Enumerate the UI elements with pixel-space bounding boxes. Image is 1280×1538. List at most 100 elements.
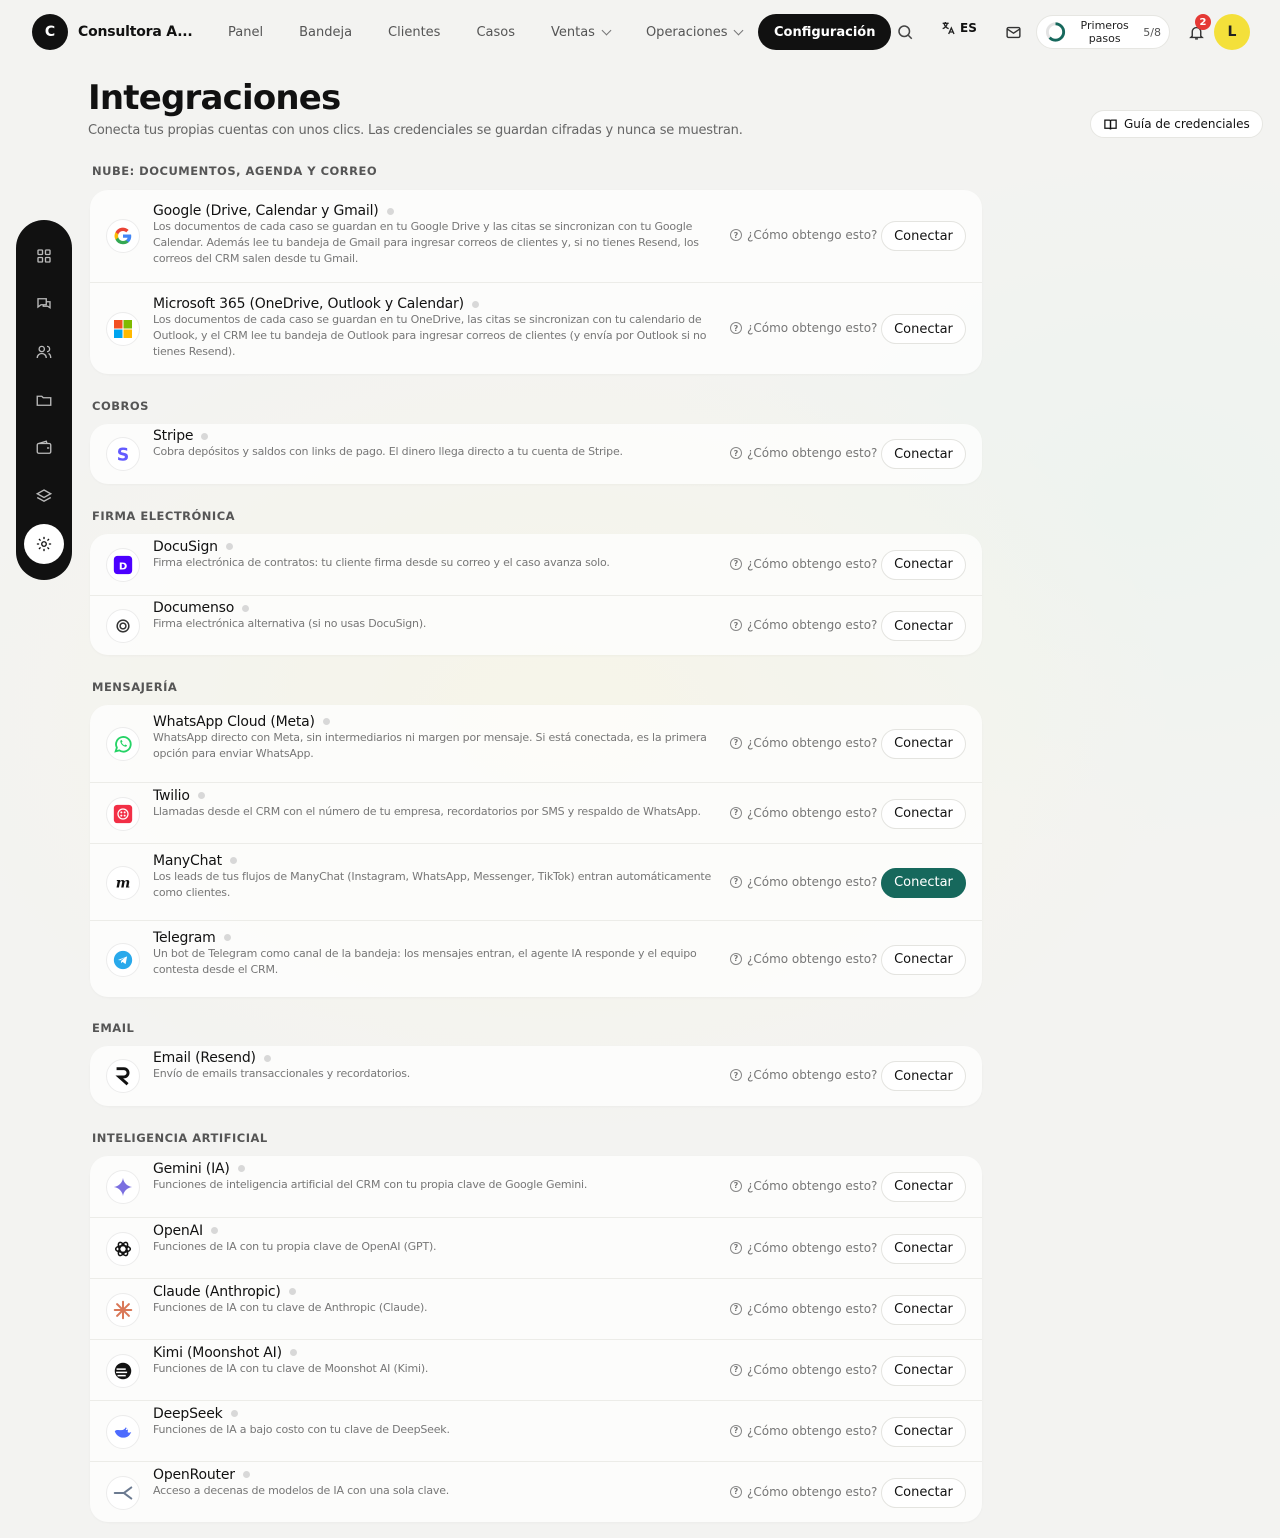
question-circle-icon: ? [730,1485,742,1498]
section-title: MENSAJERÍA [92,680,178,694]
help-link[interactable]: ? ¿Cómo obtengo esto? [730,446,877,460]
whatsapp-icon [106,726,140,761]
help-link[interactable]: ? ¿Cómo obtengo esto? [730,1068,877,1082]
integration-description: Funciones de inteligencia artificial del… [153,1177,588,1191]
integration-row: Google (Drive, Calendar y Gmail) Los doc… [90,190,982,282]
integration-name: ManyChat [153,852,222,869]
integration-header: WhatsApp Cloud (Meta) [153,714,719,730]
status-dot [471,300,479,308]
help-link[interactable]: ? ¿Cómo obtengo esto? [730,1241,877,1255]
nav-item-casos[interactable]: Casos [458,14,533,50]
connect-button[interactable]: Conectar [881,1477,966,1508]
steps-label: Primeros pasos [1080,19,1129,45]
question-circle-icon: ? [730,1363,742,1376]
folder-icon[interactable] [24,380,64,420]
wallet-icon[interactable] [24,428,64,468]
connect-button[interactable]: Conectar [881,798,966,829]
help-link[interactable]: ? ¿Cómo obtengo esto? [730,228,877,242]
credentials-guide-button[interactable]: Guía de credenciales [1090,110,1263,138]
integration-info: Documenso Firma electrónica alternativa … [153,600,719,632]
help-link[interactable]: ? ¿Cómo obtengo esto? [730,736,877,750]
help-label: ¿Cómo obtengo esto? [747,1178,878,1193]
help-link[interactable]: ? ¿Cómo obtengo esto? [730,1302,877,1316]
chat-icon[interactable] [24,284,64,324]
nav-item-bandeja[interactable]: Bandeja [281,14,370,50]
integration-name: DeepSeek [153,1405,223,1422]
connect-button[interactable]: Conectar [881,1416,966,1447]
help-link[interactable]: ? ¿Cómo obtengo esto? [730,952,877,966]
language-label: ES [960,21,977,35]
help-label: ¿Cómo obtengo esto? [747,1423,878,1438]
help-link[interactable]: ? ¿Cómo obtengo esto? [730,618,877,632]
brand[interactable]: C Consultora A... [32,14,193,50]
help-label: ¿Cómo obtengo esto? [747,1240,878,1255]
connect-button[interactable]: Conectar [881,1061,966,1091]
chevron-down-icon [601,25,612,36]
connect-button[interactable]: Conectar [881,867,966,898]
help-label: ¿Cómo obtengo esto? [747,874,878,889]
side-rail [16,220,72,580]
integration-description: Los leads de tus flujos de ManyChat (Ins… [153,869,712,899]
integration-row: WhatsApp Cloud (Meta) WhatsApp directo c… [90,705,982,782]
help-link[interactable]: ? ¿Cómo obtengo esto? [730,806,877,820]
connect-button[interactable]: Conectar [881,1233,966,1264]
avatar[interactable]: L [1214,14,1250,50]
integration-card: S Stripe Cobra depósitos y saldos con li… [90,424,982,484]
language-switch[interactable]: ES [940,20,977,36]
nav-item-clientes[interactable]: Clientes [370,14,458,50]
integration-header: DocuSign [153,539,719,555]
connect-button[interactable]: Conectar [881,221,966,251]
section-title: EMAIL [92,1021,135,1035]
help-link[interactable]: ? ¿Cómo obtengo esto? [730,875,877,889]
mail-icon[interactable] [1001,20,1025,44]
integration-row: Twilio Llamadas desde el CRM con el núme… [90,782,982,843]
nav-item-configuracion[interactable]: Configuración [758,14,892,50]
section-title: NUBE: DOCUMENTOS, AGENDA Y CORREO [92,164,378,178]
dashboard-icon[interactable] [24,236,64,276]
integration-info: OpenAI Funciones de IA con tu propia cla… [153,1223,719,1255]
manychat-icon: m [106,865,140,900]
guide-label: Guía de credenciales [1124,117,1250,131]
nav-item-panel[interactable]: Panel [210,14,281,50]
connect-button[interactable]: Conectar [881,1355,966,1386]
help-label: ¿Cómo obtengo esto? [747,321,878,335]
integration-header: Google (Drive, Calendar y Gmail) [153,203,719,219]
connect-button[interactable]: Conectar [881,944,966,975]
settings-gear-icon[interactable] [24,524,64,564]
help-link[interactable]: ? ¿Cómo obtengo esto? [730,1363,877,1377]
integration-name: Gemini (IA) [153,1160,230,1177]
help-link[interactable]: ? ¿Cómo obtengo esto? [730,1179,877,1193]
users-icon[interactable] [24,332,64,372]
help-link[interactable]: ? ¿Cómo obtengo esto? [730,321,877,335]
integration-header: Kimi (Moonshot AI) [153,1345,719,1361]
nav-label: Bandeja [299,24,353,40]
layers-icon[interactable] [24,476,64,516]
integration-card: Gemini (IA) Funciones de inteligencia ar… [90,1156,982,1522]
integration-info: Twilio Llamadas desde el CRM con el núme… [153,788,719,820]
help-link[interactable]: ? ¿Cómo obtengo esto? [730,1424,877,1438]
question-circle-icon: ? [730,952,742,965]
integration-name: OpenRouter [153,1466,235,1483]
search-icon[interactable] [893,20,917,44]
integration-row: D DocuSign Firma electrónica de contrato… [90,534,982,595]
nav-item-operaciones[interactable]: Operaciones [628,14,761,50]
help-label: ¿Cómo obtengo esto? [747,618,878,632]
onboarding-steps[interactable]: Primeros pasos 5/8 [1036,15,1170,49]
integration-name: Kimi (Moonshot AI) [153,1344,282,1361]
help-link[interactable]: ? ¿Cómo obtengo esto? [730,1485,877,1499]
integration-header: Stripe [153,428,719,444]
connect-button[interactable]: Conectar [881,549,966,580]
help-link[interactable]: ? ¿Cómo obtengo esto? [730,557,877,571]
connect-button[interactable]: Conectar [881,1294,966,1325]
connect-button[interactable]: Conectar [881,314,966,344]
connect-button[interactable]: Conectar [881,728,966,759]
main-nav: Panel Bandeja Clientes Casos Ventas Oper… [210,14,760,50]
integration-row: m ManyChat Los leads de tus flujos de Ma… [90,843,982,920]
nav-item-ventas[interactable]: Ventas [533,14,628,50]
connect-button[interactable]: Conectar [881,611,966,641]
connect-button[interactable]: Conectar [881,1171,966,1202]
progress-ring-icon [1045,22,1066,42]
help-label: ¿Cómo obtengo esto? [747,1068,878,1082]
page-subtitle: Conecta tus propias cuentas con unos cli… [88,123,743,138]
connect-button[interactable]: Conectar [881,439,966,469]
